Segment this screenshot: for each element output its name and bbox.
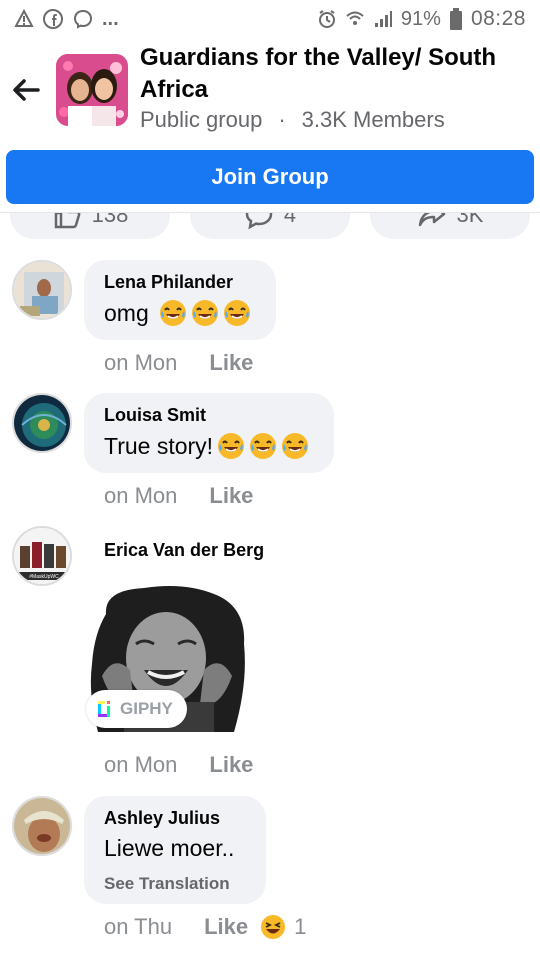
- comment-text: True story!: [104, 432, 314, 460]
- comment-like-button[interactable]: Like: [209, 752, 253, 778]
- comment-bubble[interactable]: Louisa Smit True story!: [84, 393, 334, 473]
- see-translation-link[interactable]: See Translation: [104, 874, 246, 894]
- shares-count: 3K: [456, 212, 484, 227]
- comments-pill[interactable]: 4: [190, 212, 350, 239]
- laughing-tears-emoji-icon: [218, 433, 245, 459]
- avatar-image: [14, 262, 70, 318]
- avatar-image: [14, 798, 70, 854]
- wifi-icon: [345, 9, 365, 29]
- comment-text: omg: [104, 299, 256, 327]
- commenter-avatar[interactable]: #MaskUpWC: [12, 526, 72, 586]
- laughing-tears-emoji-icon: [250, 433, 277, 459]
- haha-reaction-icon: [261, 915, 286, 939]
- laughing-tears-emoji-icon: [159, 300, 186, 326]
- comment-timestamp[interactable]: on Thu: [104, 914, 172, 940]
- post-reaction-strip: 138 4 3K: [0, 212, 540, 242]
- avatar-image: [14, 395, 70, 451]
- group-header: Guardians for the Valley/ South Africa P…: [0, 40, 540, 144]
- comment-actions: on Thu Like 1: [104, 914, 306, 940]
- comment-author[interactable]: Lena Philander: [104, 272, 256, 293]
- comment-actions: on Mon Like: [104, 752, 253, 778]
- group-meta: Public group · 3.3K Members: [140, 107, 445, 133]
- shares-pill[interactable]: 3K: [370, 212, 530, 239]
- more-dots-icon: ...: [102, 7, 119, 30]
- comment-item: Louisa Smit True story! on Mon Like: [0, 391, 540, 519]
- comment-item: Ashley Julius Liewe moer.. See Translati…: [0, 794, 540, 960]
- comment-like-button[interactable]: Like: [209, 350, 253, 376]
- status-bar: ... 91% 08:28: [0, 0, 540, 38]
- comment-author[interactable]: Erica Van der Berg: [104, 540, 264, 561]
- comment-like-button[interactable]: Like: [209, 483, 253, 509]
- clock: 08:28: [470, 7, 526, 30]
- group-privacy: Public group: [140, 107, 263, 132]
- join-group-button[interactable]: Join Group: [6, 150, 534, 204]
- facebook-icon: [42, 8, 64, 30]
- comment-bubble[interactable]: Ashley Julius Liewe moer.. See Translati…: [84, 796, 266, 904]
- giphy-badge[interactable]: GIPHY: [86, 690, 187, 728]
- commenter-avatar[interactable]: [12, 260, 72, 320]
- group-cover-photo[interactable]: [56, 54, 128, 126]
- comment-emojis: [213, 432, 309, 460]
- comment-text: Liewe moer..: [104, 835, 235, 861]
- laughing-tears-emoji-icon: [223, 300, 250, 326]
- battery-percent: 91%: [400, 7, 441, 30]
- share-icon: [418, 213, 445, 227]
- comment-like-button[interactable]: Like: [204, 914, 248, 940]
- comment-emojis: [155, 299, 251, 327]
- alarm-icon: [317, 9, 337, 29]
- comment-actions: on Mon Like: [104, 350, 253, 376]
- signal-icon: [373, 9, 393, 29]
- avatar-tag-text: #MaskUpWC: [29, 574, 59, 580]
- battery-icon: [449, 8, 463, 30]
- back-arrow-icon: [13, 79, 40, 101]
- laughing-tears-emoji-icon: [282, 433, 309, 459]
- like-icon: [54, 213, 81, 229]
- comment-timestamp[interactable]: on Mon: [104, 483, 177, 509]
- laughing-tears-emoji-icon: [191, 300, 218, 326]
- reaction-count: 1: [294, 914, 307, 939]
- group-members-count[interactable]: 3.3K Members: [302, 107, 445, 133]
- messenger-icon: [72, 8, 94, 30]
- likes-pill[interactable]: 138: [10, 212, 170, 239]
- back-button[interactable]: [10, 76, 42, 104]
- comment-author[interactable]: Louisa Smit: [104, 405, 314, 426]
- comment-reactions[interactable]: 1: [260, 914, 306, 940]
- commenter-avatar[interactable]: [12, 393, 72, 453]
- commenter-avatar[interactable]: [12, 796, 72, 856]
- comments-count: 4: [283, 212, 297, 227]
- giphy-logo-icon: [98, 701, 110, 717]
- comment-text-content: omg: [104, 299, 149, 326]
- likes-count: 138: [91, 212, 129, 227]
- avatar-image: #MaskUpWC: [14, 528, 70, 584]
- gif-attachment[interactable]: GIPHY: [84, 584, 250, 732]
- meta-separator: ·: [278, 107, 286, 132]
- comment-item: #MaskUpWC Erica Van der Berg GIPHY on Mo…: [0, 524, 540, 788]
- comment-bubble[interactable]: Lena Philander omg: [84, 260, 276, 340]
- status-left: ...: [14, 8, 119, 31]
- comment-icon: [245, 213, 273, 230]
- comment-timestamp[interactable]: on Mon: [104, 350, 177, 376]
- giphy-label: GIPHY: [120, 699, 173, 718]
- status-right: 91% 08:28: [317, 7, 526, 31]
- group-name[interactable]: Guardians for the Valley/ South Africa: [140, 42, 530, 106]
- comment-text-content: True story!: [104, 432, 214, 459]
- group-photo-image: [56, 54, 128, 126]
- comment-author[interactable]: Ashley Julius: [104, 808, 246, 829]
- comment-actions: on Mon Like: [104, 483, 253, 509]
- comment-timestamp[interactable]: on Mon: [104, 752, 177, 778]
- warning-icon: [14, 9, 34, 29]
- comment-item: Lena Philander omg on Mon Like: [0, 258, 540, 386]
